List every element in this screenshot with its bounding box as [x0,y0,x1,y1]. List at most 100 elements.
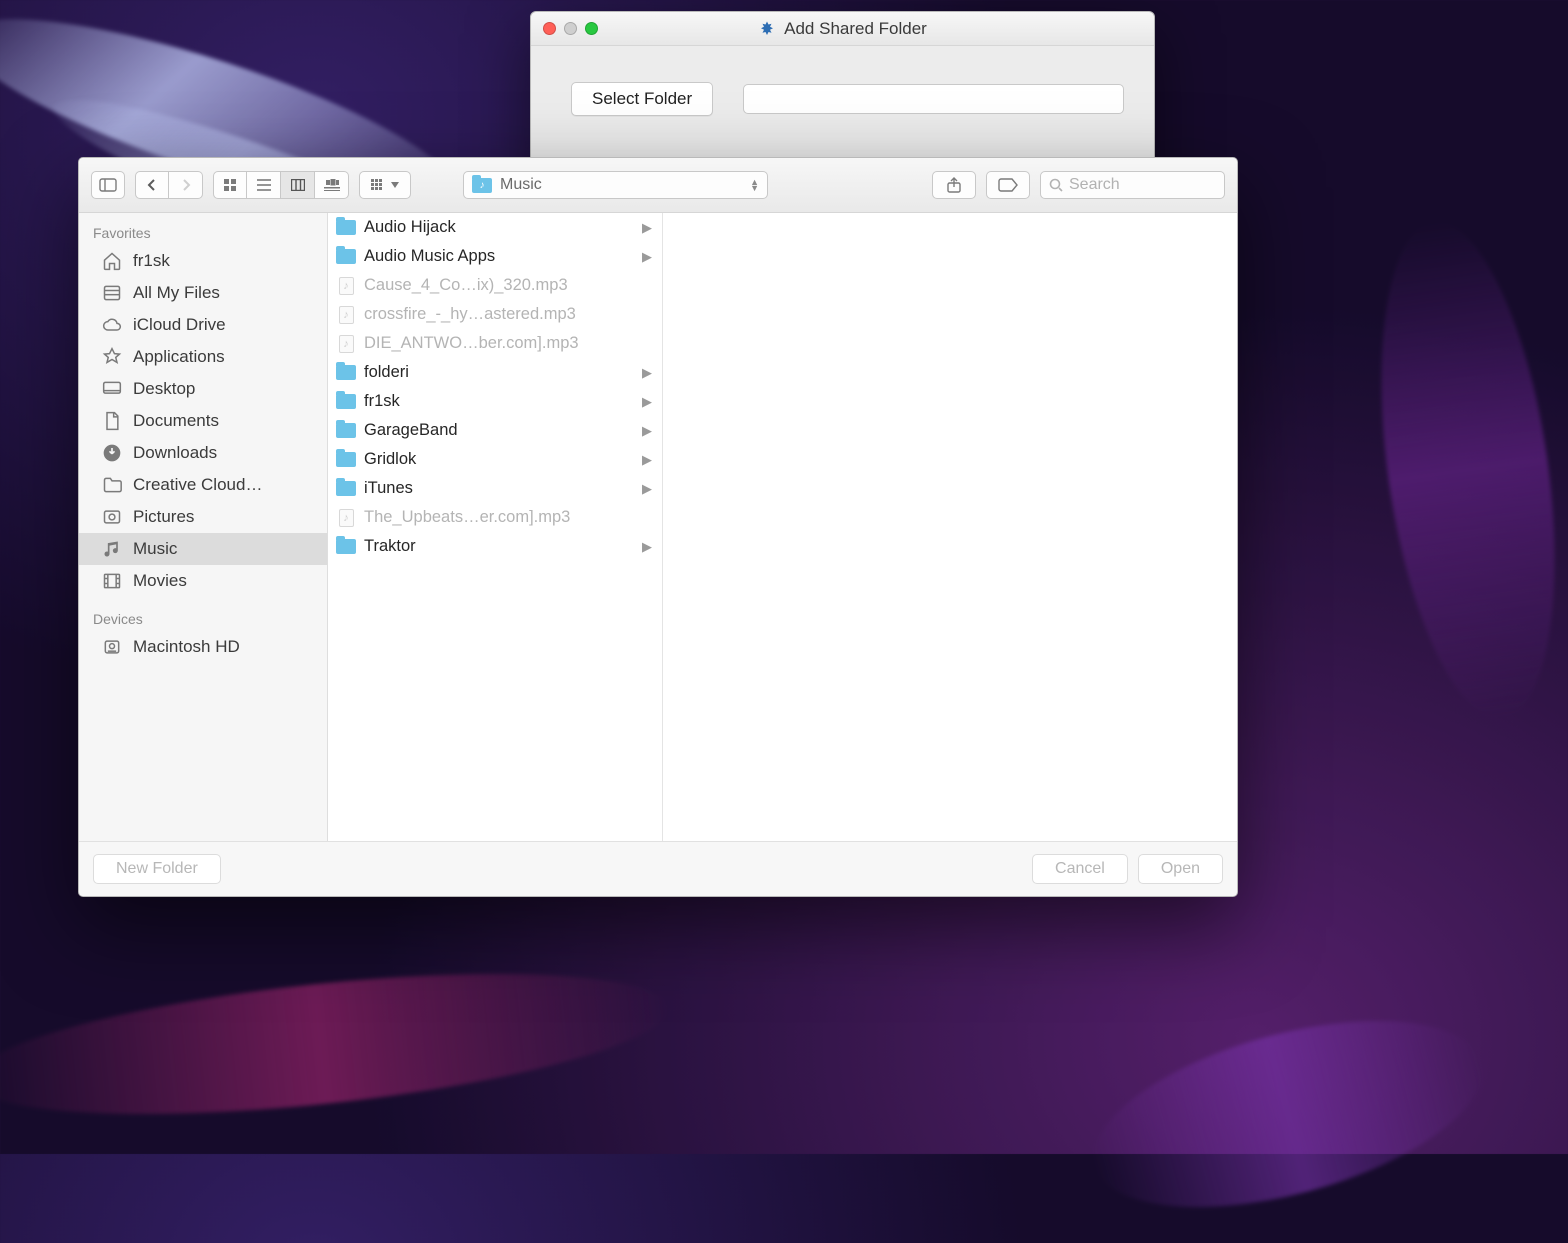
search-icon [1049,178,1063,192]
sidebar-item-documents[interactable]: Documents [79,405,327,437]
window-close-button[interactable] [543,22,556,35]
item-name: Cause_4_Co…ix)_320.mp3 [364,276,568,295]
hdd-icon [101,636,123,658]
folder-icon [101,474,123,496]
item-name: Audio Music Apps [364,247,495,266]
apps-icon [101,346,123,368]
folder-row[interactable]: Audio Music Apps ▶ [328,242,662,271]
file-row[interactable]: crossfire_-_hy…astered.mp3 [328,300,662,329]
open-button[interactable]: Open [1138,854,1223,884]
view-coverflow-button[interactable] [315,171,349,199]
share-button[interactable] [932,171,976,199]
sidebar-item-label: Applications [133,347,225,367]
toggle-sidebar-button[interactable] [91,171,125,199]
sidebar-item-label: Desktop [133,379,195,399]
folder-icon [336,538,356,556]
search-field[interactable]: Search [1040,171,1225,199]
item-name: fr1sk [364,392,400,411]
item-name: DIE_ANTWO…ber.com].mp3 [364,334,579,353]
sidebar-item-applications[interactable]: Applications [79,341,327,373]
sidebar-item-fr1sk[interactable]: fr1sk [79,245,327,277]
app-icon [758,20,776,38]
folder-icon: ♪ [472,178,492,193]
home-icon [101,250,123,272]
desktop-icon [101,378,123,400]
forward-button[interactable] [169,171,203,199]
file-row[interactable]: The_Upbeats…er.com].mp3 [328,503,662,532]
folder-row[interactable]: folderi▶ [328,358,662,387]
sidebar-item-label: All My Files [133,283,220,303]
music-icon [101,538,123,560]
folder-row[interactable]: fr1sk ▶ [328,387,662,416]
sidebar-item-desktop[interactable]: Desktop [79,373,327,405]
view-icon-button[interactable] [213,171,247,199]
sidebar-item-macintosh-hd[interactable]: Macintosh HD [79,631,327,663]
chevron-right-icon: ▶ [642,365,652,381]
folder-icon [336,480,356,498]
search-placeholder: Search [1069,176,1120,194]
item-name: The_Upbeats…er.com].mp3 [364,508,570,527]
audio-file-icon [336,306,356,324]
sidebar-item-downloads[interactable]: Downloads [79,437,327,469]
sidebar-item-label: Creative Cloud… [133,475,262,495]
folder-row[interactable]: Gridlok▶ [328,445,662,474]
preview-pane [663,213,1237,841]
new-folder-button[interactable]: New Folder [93,854,221,884]
window-zoom-button[interactable] [585,22,598,35]
select-folder-button[interactable]: Select Folder [571,82,713,116]
sidebar-item-label: Movies [133,571,187,591]
titlebar: Add Shared Folder [531,12,1154,46]
sidebar-item-label: Music [133,539,177,559]
file-row[interactable]: DIE_ANTWO…ber.com].mp3 [328,329,662,358]
toolbar: ♪ Music ▲▼ Search [79,158,1237,213]
chevron-right-icon: ▶ [642,539,652,555]
tags-button[interactable] [986,171,1030,199]
view-list-button[interactable] [247,171,281,199]
location-label: Music [500,176,542,194]
window-minimize-button [564,22,577,35]
audio-file-icon [336,277,356,295]
view-column-button[interactable] [281,171,315,199]
chevron-right-icon: ▶ [642,394,652,410]
pictures-icon [101,506,123,528]
selected-path-field[interactable] [743,84,1124,114]
sidebar-item-movies[interactable]: Movies [79,565,327,597]
folder-row[interactable]: Audio Hijack▶ [328,213,662,242]
open-panel: ♪ Music ▲▼ Search Favorites fr1sk All My … [78,157,1238,897]
cancel-button[interactable]: Cancel [1032,854,1128,884]
folder-row[interactable]: iTunes▶ [328,474,662,503]
sidebar-item-all-my-files[interactable]: All My Files [79,277,327,309]
sidebar-item-label: fr1sk [133,251,170,271]
sidebar-item-label: Downloads [133,443,217,463]
sidebar-favorites-header: Favorites [79,219,327,245]
chevron-right-icon: ▶ [642,249,652,265]
cloud-icon [101,314,123,336]
item-name: crossfire_-_hy…astered.mp3 [364,305,576,324]
item-name: Audio Hijack [364,218,456,237]
sidebar-item-pictures[interactable]: Pictures [79,501,327,533]
sidebar-item-creative-cloud-[interactable]: Creative Cloud… [79,469,327,501]
item-name: Traktor [364,537,416,556]
sidebar: Favorites fr1sk All My Files iCloud Drive A… [79,213,328,841]
audio-file-icon [336,335,356,353]
item-name: GarageBand [364,421,458,440]
audio-file-icon [336,509,356,527]
folder-icon [336,451,356,469]
folder-row[interactable]: GarageBand ▶ [328,416,662,445]
folder-icon [336,248,356,266]
file-column: Audio Hijack▶Audio Music Apps▶Cause_4_Co… [328,213,663,841]
back-button[interactable] [135,171,169,199]
file-row[interactable]: Cause_4_Co…ix)_320.mp3 [328,271,662,300]
sidebar-devices-header: Devices [79,605,327,631]
folder-icon [336,422,356,440]
item-name: Gridlok [364,450,416,469]
sidebar-item-music[interactable]: Music [79,533,327,565]
chevron-right-icon: ▶ [642,423,652,439]
folder-row[interactable]: Traktor ▶ [328,532,662,561]
movies-icon [101,570,123,592]
window-title: Add Shared Folder [784,19,927,39]
sidebar-item-icloud-drive[interactable]: iCloud Drive [79,309,327,341]
arrange-menu-button[interactable] [359,171,411,199]
location-popup[interactable]: ♪ Music ▲▼ [463,171,768,199]
item-name: iTunes [364,479,413,498]
